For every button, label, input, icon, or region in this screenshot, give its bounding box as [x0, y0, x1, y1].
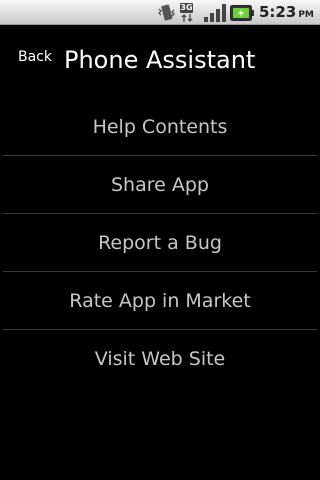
network-type-label: 3G — [180, 3, 193, 13]
menu-item-share-app[interactable]: Share App — [0, 156, 320, 213]
clock-ampm: PM — [298, 10, 314, 20]
back-button[interactable]: Back — [18, 48, 52, 66]
vibrate-icon — [158, 4, 175, 21]
menu-item-rate-app[interactable]: Rate App in Market — [0, 272, 320, 329]
data-arrows-icon — [181, 14, 193, 22]
menu-list: Help Contents Share App Report a Bug Rat… — [0, 98, 320, 387]
menu-item-help-contents[interactable]: Help Contents — [0, 98, 320, 155]
battery-charging-icon — [230, 5, 254, 21]
3g-data-icon: 3G — [180, 3, 202, 22]
status-clock: 5:23 PM — [259, 3, 314, 25]
status-bar: 3G 5:23 PM — [0, 0, 320, 25]
menu-item-visit-website[interactable]: Visit Web Site — [0, 330, 320, 387]
clock-time: 5:23 — [259, 3, 297, 21]
signal-strength-icon — [204, 4, 226, 22]
menu-item-report-bug[interactable]: Report a Bug — [0, 214, 320, 271]
page-title: Phone Assistant — [64, 46, 256, 74]
